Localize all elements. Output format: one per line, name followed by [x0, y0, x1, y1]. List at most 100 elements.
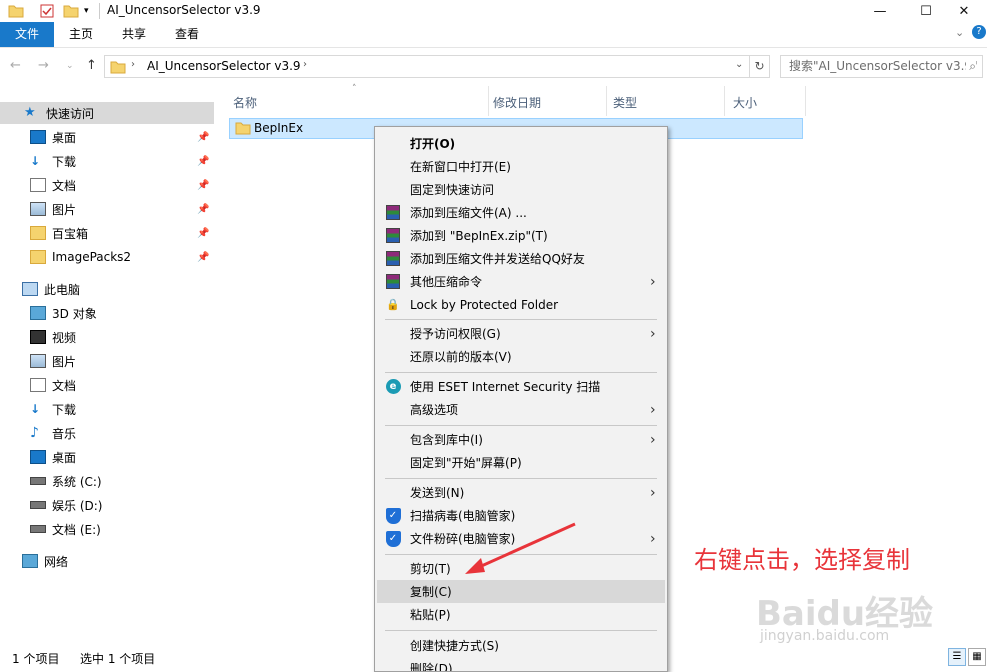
pin-icon[interactable]: 📌 — [197, 204, 209, 215]
search-input[interactable]: 搜索"AI_UncensorSelector v3.9" ⌕ — [780, 55, 983, 78]
pin-icon[interactable]: 📌 — [197, 228, 209, 239]
tab-view[interactable]: 查看 — [164, 22, 210, 47]
menu-item-create-shortcut[interactable]: 创建快捷方式(S) — [377, 634, 665, 657]
sidebar-item-label: 此电脑 — [44, 282, 81, 297]
menu-item-paste[interactable]: 粘贴(P) — [377, 603, 665, 626]
sidebar-item-drive-e[interactable]: 文档 (E:) — [0, 518, 214, 540]
column-header-name[interactable]: 名称 — [231, 92, 487, 114]
menu-item-add-to-zip[interactable]: 添加到 "BepInEx.zip"(T) — [377, 224, 665, 247]
menu-item-delete[interactable]: 删除(D) — [377, 657, 665, 671]
menu-item-label: 粘贴(P) — [410, 608, 451, 622]
pin-icon[interactable]: 📌 — [197, 252, 209, 263]
document-icon — [30, 178, 46, 192]
sidebar-item-quick-access[interactable]: ★ 快速访问 — [0, 102, 214, 124]
menu-item-eset-scan[interactable]: e 使用 ESET Internet Security 扫描 — [377, 375, 665, 398]
menu-item-label: 固定到"开始"屏幕(P) — [410, 456, 522, 470]
tab-file[interactable]: 文件 — [0, 22, 54, 47]
watermark-url: jingyan.baidu.com — [760, 628, 890, 644]
sidebar-item-label: 下载 — [52, 154, 77, 169]
sidebar-item-desktop[interactable]: 桌面 📌 — [0, 126, 214, 148]
desktop-icon — [30, 450, 46, 464]
drive-icon — [30, 477, 46, 485]
pin-icon[interactable]: 📌 — [197, 132, 209, 143]
sidebar-item-documents[interactable]: 文档 📌 — [0, 174, 214, 196]
submenu-arrow-icon: › — [650, 484, 656, 501]
menu-item-other-compress[interactable]: 其他压缩命令 › — [377, 270, 665, 293]
sidebar-item-downloads-pc[interactable]: ↓ 下载 — [0, 398, 214, 420]
sidebar-item-drive-c[interactable]: 系统 (C:) — [0, 470, 214, 492]
close-button[interactable]: ✕ — [941, 0, 987, 22]
pin-icon[interactable]: 📌 — [197, 156, 209, 167]
folder-icon — [30, 226, 46, 240]
back-arrow-icon[interactable]: ← — [10, 58, 21, 73]
menu-item-give-access[interactable]: 授予访问权限(G) › — [377, 322, 665, 345]
window-title: AI_UncensorSelector v3.9 — [107, 3, 261, 17]
sidebar-item-3d-objects[interactable]: 3D 对象 — [0, 302, 214, 324]
help-icon[interactable]: ? — [972, 25, 986, 39]
sidebar-item-downloads[interactable]: ↓ 下载 📌 — [0, 150, 214, 172]
menu-item-open[interactable]: 打开(O) — [377, 132, 665, 155]
breadcrumb-segment[interactable]: AI_UncensorSelector v3.9 — [147, 59, 301, 73]
refresh-button[interactable]: ↻ — [750, 55, 770, 78]
submenu-arrow-icon: › — [650, 325, 656, 342]
item-count: 1 个项目 — [12, 652, 60, 666]
details-view-button[interactable]: ☰ — [948, 648, 966, 666]
menu-item-restore-versions[interactable]: 还原以前的版本(V) — [377, 345, 665, 368]
column-header-date[interactable]: 修改日期 — [491, 92, 607, 114]
new-folder-icon[interactable] — [63, 3, 79, 19]
properties-icon[interactable] — [40, 3, 54, 19]
menu-item-send-to[interactable]: 发送到(N) › — [377, 481, 665, 504]
column-divider[interactable] — [606, 86, 607, 116]
sidebar-item-videos[interactable]: 视频 — [0, 326, 214, 348]
menu-item-open-new-window[interactable]: 在新窗口中打开(E) — [377, 155, 665, 178]
download-icon: ↓ — [30, 402, 41, 416]
customize-qa-icon[interactable]: ▾ — [84, 3, 89, 19]
menu-item-include-library[interactable]: 包含到库中(I) › — [377, 428, 665, 451]
sidebar-item-baibaoxiang[interactable]: 百宝箱 📌 — [0, 222, 214, 244]
tab-share[interactable]: 共享 — [111, 22, 157, 47]
menu-item-label: 添加到 "BepInEx.zip"(T) — [410, 229, 548, 243]
sidebar-item-network[interactable]: 网络 — [0, 550, 214, 572]
sidebar-item-desktop-pc[interactable]: 桌面 — [0, 446, 214, 468]
sidebar-item-pictures[interactable]: 图片 📌 — [0, 198, 214, 220]
search-icon[interactable]: ⌕ — [966, 56, 976, 77]
sidebar-item-this-pc[interactable]: 此电脑 — [0, 278, 214, 300]
sidebar-item-label: 文档 — [52, 178, 77, 193]
menu-item-pin-quick-access[interactable]: 固定到快速访问 — [377, 178, 665, 201]
address-bar[interactable]: › AI_UncensorSelector v3.9 › ⌄ — [104, 55, 750, 78]
sidebar-item-pictures-pc[interactable]: 图片 — [0, 350, 214, 372]
forward-arrow-icon[interactable]: → — [38, 58, 49, 73]
column-header-type[interactable]: 类型 — [611, 92, 725, 114]
sidebar-item-imagepacks2[interactable]: ImagePacks2 📌 — [0, 246, 214, 268]
column-divider[interactable] — [724, 86, 725, 116]
menu-item-lock-protected-folder[interactable]: 🔒 Lock by Protected Folder — [377, 293, 665, 316]
up-arrow-icon[interactable]: ↑ — [86, 58, 97, 73]
tab-home[interactable]: 主页 — [58, 22, 104, 47]
lock-icon: 🔒 — [386, 298, 400, 311]
sidebar-item-label: 文档 (E:) — [52, 522, 101, 537]
menu-item-archive-send-qq[interactable]: 添加到压缩文件并发送给QQ好友 — [377, 247, 665, 270]
pin-icon[interactable]: 📌 — [197, 180, 209, 191]
sidebar-item-documents-pc[interactable]: 文档 — [0, 374, 214, 396]
picture-icon — [30, 202, 46, 216]
breadcrumb-chevron-icon[interactable]: › — [303, 59, 307, 70]
sidebar-item-music[interactable]: ♪ 音乐 — [0, 422, 214, 444]
menu-item-copy[interactable]: 复制(C) — [377, 580, 665, 603]
address-dropdown-icon[interactable]: ⌄ — [735, 59, 743, 70]
menu-item-label: 在新窗口中打开(E) — [410, 160, 511, 174]
sidebar-item-drive-d[interactable]: 娱乐 (D:) — [0, 494, 214, 516]
tiles-view-button[interactable]: ▦ — [968, 648, 986, 666]
expand-ribbon-icon[interactable]: ⌄ — [955, 26, 964, 39]
menu-item-advanced-options[interactable]: 高级选项 › — [377, 398, 665, 421]
column-divider[interactable] — [805, 86, 806, 116]
menu-item-pin-start[interactable]: 固定到"开始"屏幕(P) — [377, 451, 665, 474]
breadcrumb-chevron-icon[interactable]: › — [131, 59, 135, 70]
minimize-button[interactable]: — — [857, 0, 903, 22]
recent-locations-icon[interactable]: ⌄ — [66, 61, 74, 71]
sidebar-item-label: 系统 (C:) — [52, 474, 102, 489]
column-divider[interactable] — [488, 86, 489, 116]
menu-separator — [385, 630, 657, 631]
column-header-size[interactable]: 大小 — [731, 92, 805, 114]
menu-item-add-to-archive[interactable]: 添加到压缩文件(A) ... — [377, 201, 665, 224]
title-bar: ▾ AI_UncensorSelector v3.9 — ☐ ✕ — [0, 0, 987, 22]
